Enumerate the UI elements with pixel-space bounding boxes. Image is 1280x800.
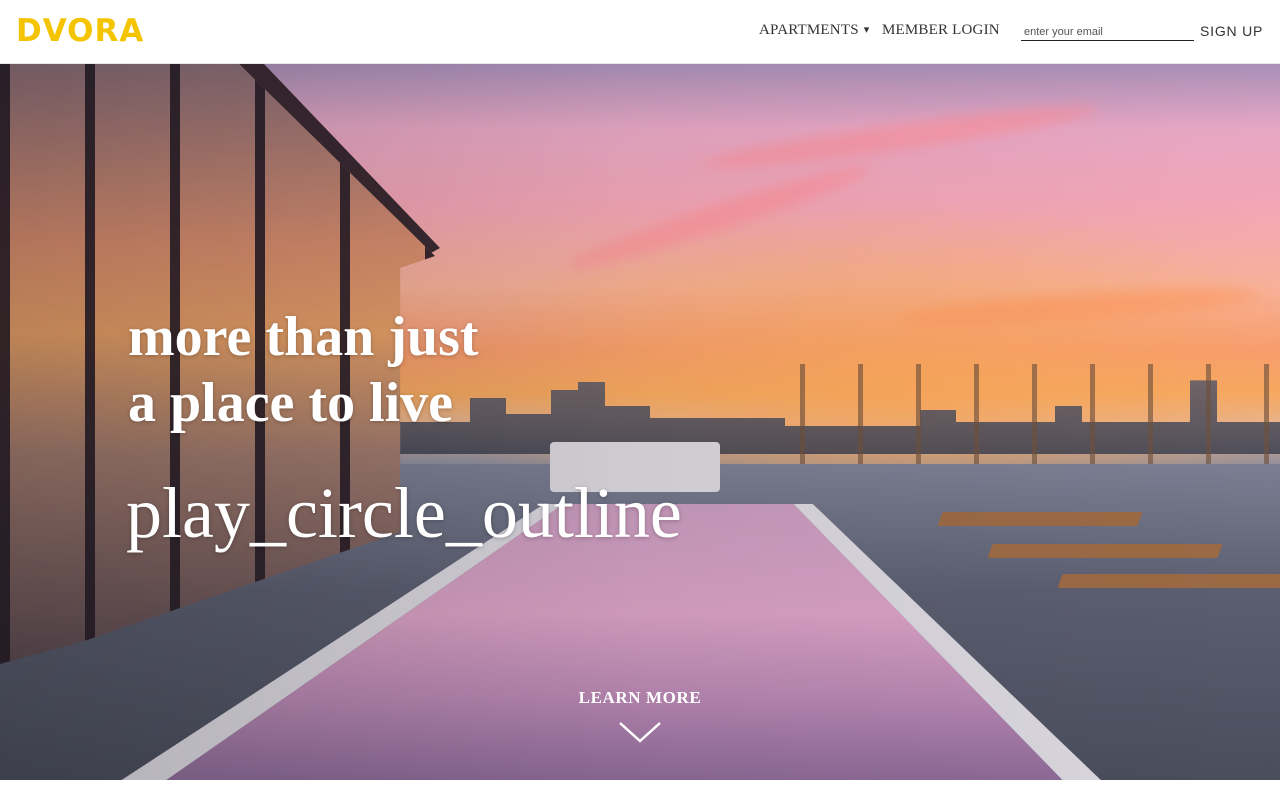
play-video-icon[interactable]: play_circle_outline [126, 468, 682, 558]
chevron-down-icon[interactable] [618, 720, 662, 744]
hero-headline: more than just a place to live [128, 304, 479, 436]
hero-headline-line1: more than just [128, 306, 479, 368]
learn-more-label: LEARN MORE [578, 688, 702, 707]
logo[interactable]: DVORA [16, 12, 144, 50]
learn-more-link[interactable]: LEARN MORE [0, 687, 1280, 709]
nav-apartments[interactable]: APARTMENTS ▾ [759, 21, 869, 39]
site-header: DVORA APARTMENTS ▾ MEMBER LOGIN SIGN UP [0, 0, 1280, 64]
nav-apartments-label: APARTMENTS [759, 22, 859, 38]
email-input[interactable] [1021, 24, 1194, 41]
nav-member-login[interactable]: MEMBER LOGIN [882, 21, 1000, 39]
page-bottom-strip [0, 780, 1280, 800]
sign-up-button[interactable]: SIGN UP [1200, 22, 1263, 40]
caret-down-icon: ▾ [863, 24, 870, 36]
hero-section: more than just a place to live play_circ… [0, 64, 1280, 780]
hero-headline-line2: a place to live [128, 372, 454, 434]
